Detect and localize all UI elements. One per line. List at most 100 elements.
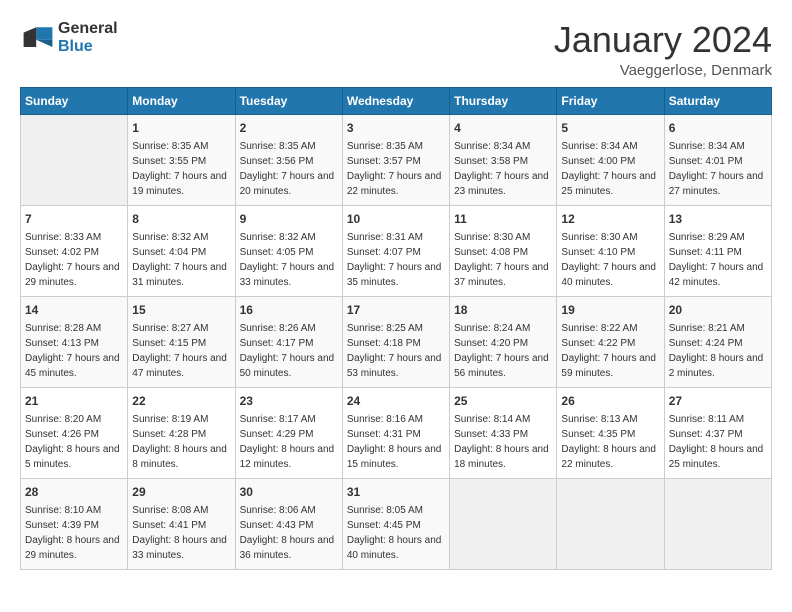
sunrise-text: Sunrise: 8:30 AM [561,230,659,245]
sunrise-text: Sunrise: 8:34 AM [561,139,659,154]
calendar-cell: 22Sunrise: 8:19 AMSunset: 4:28 PMDayligh… [128,387,235,478]
daylight-text: Daylight: 8 hours and 33 minutes. [132,533,230,563]
day-header-tuesday: Tuesday [235,87,342,114]
day-number: 14 [25,301,123,319]
sunrise-text: Sunrise: 8:28 AM [25,321,123,336]
cell-content: 25Sunrise: 8:14 AMSunset: 4:33 PMDayligh… [454,392,552,472]
logo: General Blue [20,20,118,56]
sunset-text: Sunset: 4:33 PM [454,427,552,442]
calendar-cell: 14 Sunrise: 8:28 AMSunset: 4:13 PMDayligh… [21,296,128,387]
sunrise-text: Sunrise: 8:30 AM [454,230,552,245]
sunrise-text: Sunrise: 8:31 AM [347,230,445,245]
cell-content: 21Sunrise: 8:20 AMSunset: 4:26 PMDayligh… [25,392,123,472]
daylight-text: Daylight: 7 hours and 56 minutes. [454,351,552,381]
cell-content: 7Sunrise: 8:33 AMSunset: 4:02 PMDaylight… [25,210,123,290]
sunrise-text: Sunrise: 8:25 AM [347,321,445,336]
daylight-text: Daylight: 7 hours and 33 minutes. [240,260,338,290]
daylight-text: Daylight: 7 hours and 53 minutes. [347,351,445,381]
day-number: 29 [132,483,230,501]
sunset-text: Sunset: 4:11 PM [669,245,767,260]
calendar-cell: 25Sunrise: 8:14 AMSunset: 4:33 PMDayligh… [450,387,557,478]
calendar-cell: 8Sunrise: 8:32 AMSunset: 4:04 PMDaylight… [128,205,235,296]
sunrise-text: Sunrise: 8:35 AM [132,139,230,154]
calendar-cell: 6Sunrise: 8:34 AMSunset: 4:01 PMDaylight… [664,114,771,205]
calendar-cell: 17Sunrise: 8:25 AMSunset: 4:18 PMDayligh… [342,296,449,387]
day-number: 10 [347,210,445,228]
calendar-cell: 11Sunrise: 8:30 AMSunset: 4:08 PMDayligh… [450,205,557,296]
sunset-text: Sunset: 4:04 PM [132,245,230,260]
sunset-text: Sunset: 4:02 PM [25,245,123,260]
daylight-text: Daylight: 8 hours and 8 minutes. [132,442,230,472]
sunset-text: Sunset: 3:55 PM [132,154,230,169]
cell-content: 27Sunrise: 8:11 AMSunset: 4:37 PMDayligh… [669,392,767,472]
daylight-text: Daylight: 8 hours and 29 minutes. [25,533,123,563]
daylight-text: Daylight: 7 hours and 29 minutes. [25,260,123,290]
daylight-text: Daylight: 8 hours and 22 minutes. [561,442,659,472]
sunrise-text: Sunrise: 8:21 AM [669,321,767,336]
calendar-cell: 31Sunrise: 8:05 AMSunset: 4:45 PMDayligh… [342,478,449,569]
sunrise-text: Sunrise: 8:35 AM [347,139,445,154]
day-number: 28 [25,483,123,501]
daylight-text: Daylight: 8 hours and 5 minutes. [25,442,123,472]
daylight-text: Daylight: 7 hours and 37 minutes. [454,260,552,290]
daylight-text: Daylight: 7 hours and 50 minutes. [240,351,338,381]
calendar-cell: 5Sunrise: 8:34 AMSunset: 4:00 PMDaylight… [557,114,664,205]
page-header: General Blue January 2024 Vaeggerlose, D… [20,20,772,79]
day-number: 3 [347,119,445,137]
daylight-text: Daylight: 7 hours and 25 minutes. [561,169,659,199]
sunset-text: Sunset: 4:20 PM [454,336,552,351]
day-number: 30 [240,483,338,501]
calendar-cell: 13Sunrise: 8:29 AMSunset: 4:11 PMDayligh… [664,205,771,296]
calendar-cell: 23Sunrise: 8:17 AMSunset: 4:29 PMDayligh… [235,387,342,478]
day-number: 19 [561,301,659,319]
cell-content: 23Sunrise: 8:17 AMSunset: 4:29 PMDayligh… [240,392,338,472]
daylight-text: Daylight: 8 hours and 18 minutes. [454,442,552,472]
cell-content: 1Sunrise: 8:35 AMSunset: 3:55 PMDaylight… [132,119,230,199]
calendar-week-1: 1Sunrise: 8:35 AMSunset: 3:55 PMDaylight… [21,114,772,205]
sunset-text: Sunset: 4:07 PM [347,245,445,260]
daylight-text: Daylight: 7 hours and 40 minutes. [561,260,659,290]
sunrise-text: Sunrise: 8:11 AM [669,412,767,427]
daylight-text: Daylight: 7 hours and 59 minutes. [561,351,659,381]
day-number: 11 [454,210,552,228]
sunrise-text: Sunrise: 8:19 AM [132,412,230,427]
day-number: 2 [240,119,338,137]
day-header-friday: Friday [557,87,664,114]
sunrise-text: Sunrise: 8:27 AM [132,321,230,336]
sunset-text: Sunset: 4:41 PM [132,518,230,533]
cell-content: 31Sunrise: 8:05 AMSunset: 4:45 PMDayligh… [347,483,445,563]
sunset-text: Sunset: 4:22 PM [561,336,659,351]
sunrise-text: Sunrise: 8:34 AM [669,139,767,154]
sunrise-text: Sunrise: 8:34 AM [454,139,552,154]
day-number: 9 [240,210,338,228]
day-number: 15 [132,301,230,319]
calendar-cell: 1Sunrise: 8:35 AMSunset: 3:55 PMDaylight… [128,114,235,205]
daylight-text: Daylight: 8 hours and 36 minutes. [240,533,338,563]
sunset-text: Sunset: 4:13 PM [25,336,123,351]
cell-content: 19Sunrise: 8:22 AMSunset: 4:22 PMDayligh… [561,301,659,381]
daylight-text: Daylight: 8 hours and 25 minutes. [669,442,767,472]
cell-content: 12Sunrise: 8:30 AMSunset: 4:10 PMDayligh… [561,210,659,290]
sunset-text: Sunset: 4:37 PM [669,427,767,442]
day-number: 13 [669,210,767,228]
daylight-text: Daylight: 7 hours and 22 minutes. [347,169,445,199]
calendar-cell [21,114,128,205]
sunset-text: Sunset: 4:26 PM [25,427,123,442]
cell-content: 11Sunrise: 8:30 AMSunset: 4:08 PMDayligh… [454,210,552,290]
logo-text: General Blue [58,20,118,55]
sunset-text: Sunset: 4:43 PM [240,518,338,533]
cell-content: 24Sunrise: 8:16 AMSunset: 4:31 PMDayligh… [347,392,445,472]
calendar-week-2: 7Sunrise: 8:33 AMSunset: 4:02 PMDaylight… [21,205,772,296]
daylight-text: Daylight: 8 hours and 15 minutes. [347,442,445,472]
day-header-thursday: Thursday [450,87,557,114]
sunrise-text: Sunrise: 8:06 AM [240,503,338,518]
cell-content: 30 Sunrise: 8:06 AMSunset: 4:43 PMDayligh… [240,483,338,563]
day-number: 6 [669,119,767,137]
sunset-text: Sunset: 4:28 PM [132,427,230,442]
day-number: 5 [561,119,659,137]
sunrise-text: Sunrise: 8:32 AM [240,230,338,245]
day-number: 24 [347,392,445,410]
daylight-text: Daylight: 7 hours and 45 minutes. [25,351,123,381]
cell-content: 17Sunrise: 8:25 AMSunset: 4:18 PMDayligh… [347,301,445,381]
day-number: 8 [132,210,230,228]
